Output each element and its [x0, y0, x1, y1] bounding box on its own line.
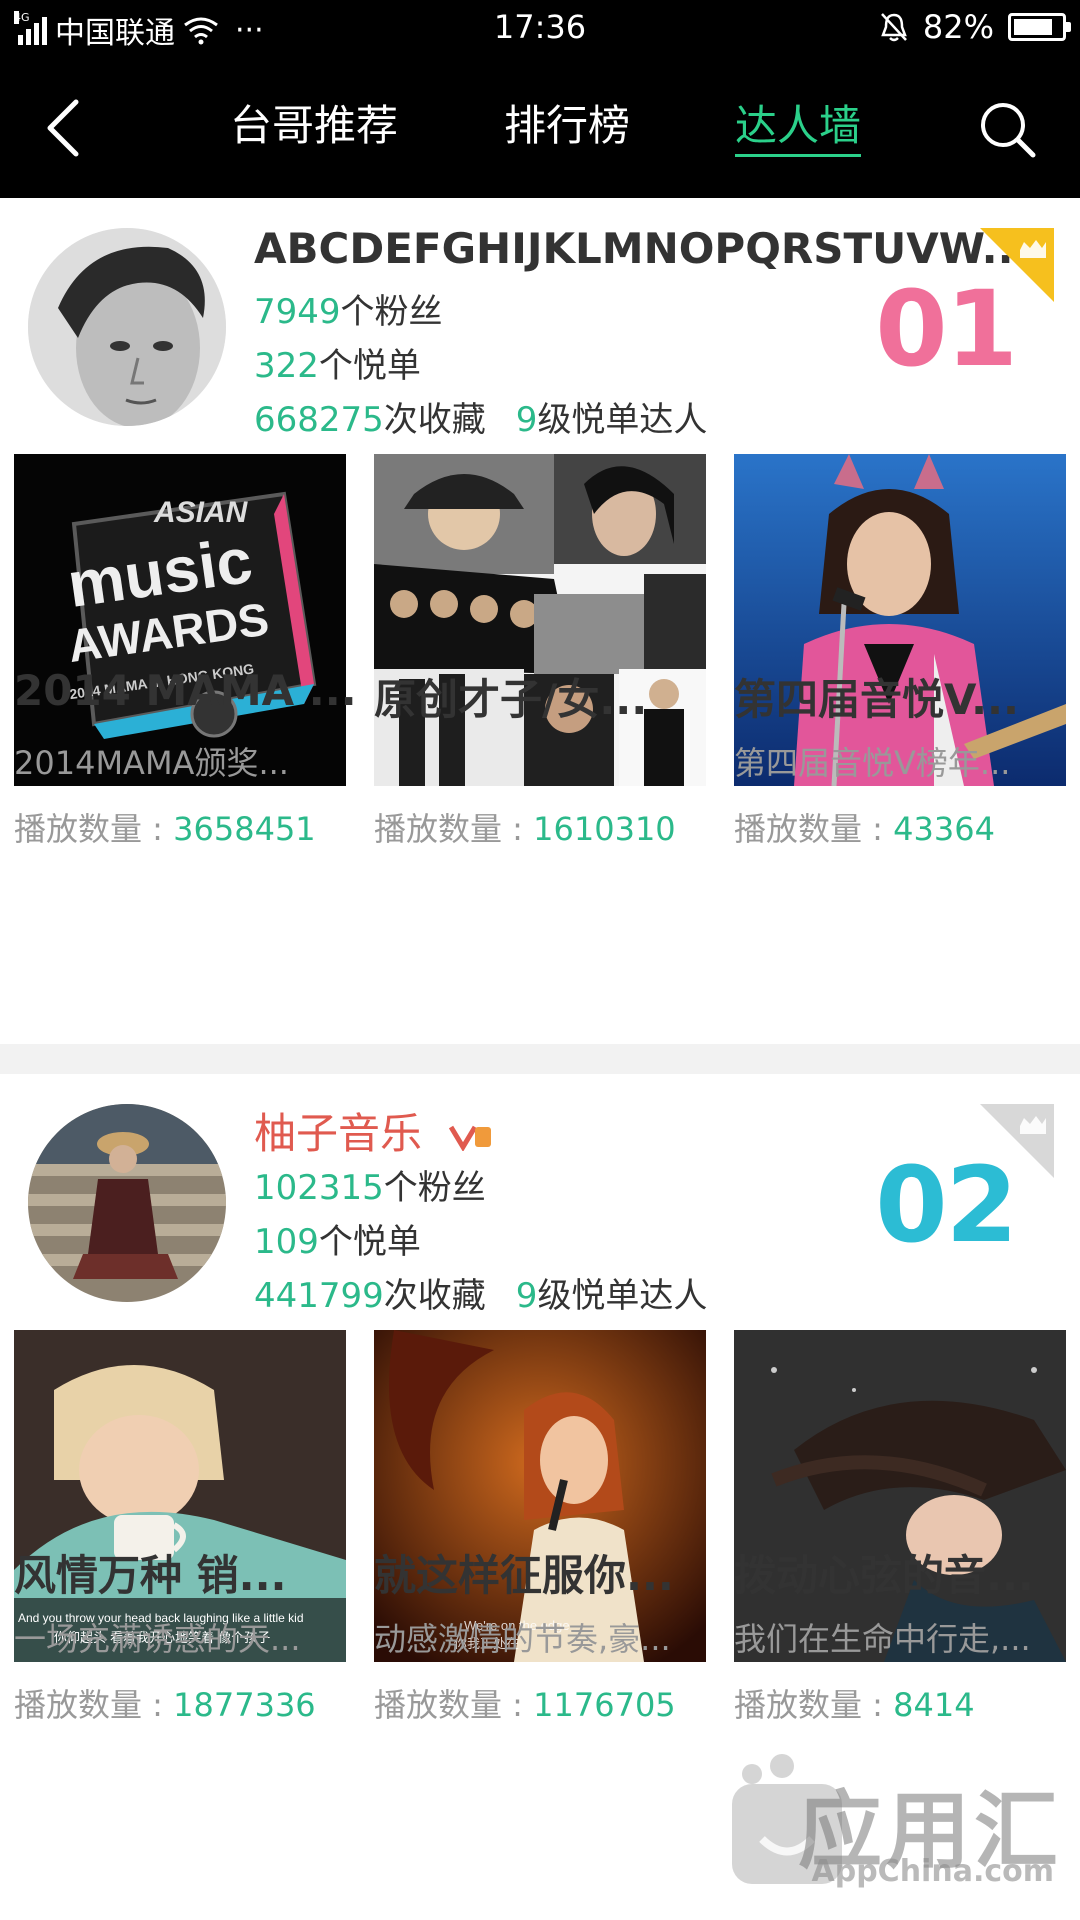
user-name[interactable]: ABCDEFGHIJKLMNOPQRSTUVW...	[254, 224, 1014, 273]
play-count-value: 1610310	[533, 810, 676, 848]
playlist-count: 322个悦单	[254, 338, 421, 387]
level-label: 级悦单达人	[537, 1276, 708, 1316]
back-arrow-icon[interactable]	[38, 96, 88, 160]
favorites-count: 441799次收藏 9级悦单达人	[254, 1268, 707, 1317]
level-value: 9	[515, 1276, 538, 1316]
playlist-label: 个悦单	[318, 346, 421, 386]
crown-corner-icon	[980, 1104, 1054, 1178]
level-label: 级悦单达人	[537, 400, 708, 440]
fans-value: 7949	[254, 292, 341, 332]
playlist-thumbnail[interactable]: And you throw your head back laughing li…	[14, 1330, 346, 1662]
play-count-label: 播放数量 :	[14, 810, 174, 848]
playlist-title[interactable]: 第四届音悦V...	[734, 666, 1074, 727]
play-count-value: 8414	[893, 1686, 975, 1724]
battery-percent: 82%	[922, 8, 994, 46]
expert-card[interactable]: ABCDEFGHIJKLMNOPQRSTUVW... 7949个粉丝 322个悦…	[0, 198, 1080, 1044]
playlist-title[interactable]: 原创才子/女...	[374, 666, 714, 727]
fans-label: 个粉丝	[340, 292, 443, 332]
playlist-title[interactable]: 风情万种 销...	[14, 1542, 354, 1603]
playlist-thumbnail[interactable]	[734, 1330, 1066, 1662]
play-count-label: 播放数量 :	[14, 1686, 174, 1724]
svg-text:ASIAN: ASIAN	[153, 496, 249, 529]
playlist-value: 322	[254, 346, 319, 386]
level-value: 9	[515, 400, 538, 440]
battery-icon	[1008, 13, 1071, 41]
status-right: 82%	[879, 8, 1071, 46]
play-count: 播放数量 : 1610310	[374, 804, 714, 850]
tab-ranking[interactable]: 排行榜	[504, 98, 630, 154]
playlist-description: 2014MAMA颁奖...	[14, 744, 289, 782]
play-count-value: 1176705	[533, 1686, 676, 1724]
favorites-value: 441799	[254, 1276, 384, 1316]
play-count-label: 播放数量 :	[374, 810, 534, 848]
fans-count: 7949个粉丝	[254, 284, 443, 333]
playlist-title[interactable]: 就这样征服你...	[374, 1542, 714, 1603]
playlist-title[interactable]: 拨动心弦的音...	[734, 1542, 1074, 1603]
verified-v-icon	[449, 1125, 492, 1151]
tab-recommend[interactable]: 台哥推荐	[230, 98, 398, 154]
play-count: 播放数量 : 8414	[734, 1680, 1074, 1726]
avatar[interactable]	[28, 228, 226, 426]
play-count-label: 播放数量 :	[734, 1686, 894, 1724]
playlist-description: 第四届音悦V榜年...	[734, 744, 1011, 782]
playlist-description: 动感激情的节奏,豪...	[374, 1620, 671, 1658]
play-count-value: 43364	[893, 810, 995, 848]
fans-count: 102315个粉丝	[254, 1160, 486, 1209]
tab-expert-wall[interactable]: 达人墙	[735, 98, 862, 157]
play-count: 播放数量 : 1176705	[374, 1680, 714, 1726]
fans-label: 个粉丝	[383, 1168, 486, 1208]
playlist-title[interactable]: 2014 MAMA ...	[14, 666, 354, 715]
crown-corner-icon	[980, 228, 1054, 302]
mute-bell-icon	[880, 13, 907, 42]
play-count-label: 播放数量 :	[734, 810, 894, 848]
play-count-value: 1877336	[173, 1686, 316, 1724]
favorites-label: 次收藏	[383, 400, 486, 440]
top-nav: 台哥推荐 排行榜 达人墙	[0, 58, 1080, 198]
expert-card[interactable]: 柚子音乐 102315个粉丝 109个悦单 441799次收藏 9级悦单达人 02…	[0, 1074, 1080, 1920]
playlist-thumbnail[interactable]	[374, 454, 706, 786]
play-count-label: 播放数量 :	[374, 1686, 534, 1724]
favorites-value: 668275	[254, 400, 384, 440]
play-count: 播放数量 : 3658451	[14, 804, 354, 850]
fans-value: 102315	[254, 1168, 384, 1208]
avatar[interactable]	[28, 1104, 226, 1302]
playlist-value: 109	[254, 1222, 319, 1262]
search-icon[interactable]	[978, 100, 1036, 158]
play-count: 播放数量 : 1877336	[14, 1680, 354, 1726]
playlist-description: 我们在生命中行走,...	[734, 1620, 1031, 1658]
playlist-count: 109个悦单	[254, 1214, 421, 1263]
user-name-text[interactable]: 柚子音乐	[254, 1109, 422, 1158]
play-count-value: 3658451	[173, 810, 316, 848]
playlist-label: 个悦单	[318, 1222, 421, 1262]
playlist-description: 一场充满诱惑的天...	[14, 1620, 301, 1658]
play-count: 播放数量 : 43364	[734, 804, 1074, 850]
favorites-count: 668275次收藏 9级悦单达人	[254, 392, 707, 441]
playlist-thumbnail[interactable]: ASIAN music AWARDS 2014 MAMA in HONG KON…	[14, 454, 346, 786]
playlist-thumbnail[interactable]	[734, 454, 1066, 786]
status-bar: 4G 中国联通 ··· 17:36 82%	[0, 0, 1080, 58]
playlist-thumbnail[interactable]: We're on the edge 你我正处在	[374, 1330, 706, 1662]
favorites-label: 次收藏	[383, 1276, 486, 1316]
user-name[interactable]: 柚子音乐	[254, 1100, 493, 1161]
